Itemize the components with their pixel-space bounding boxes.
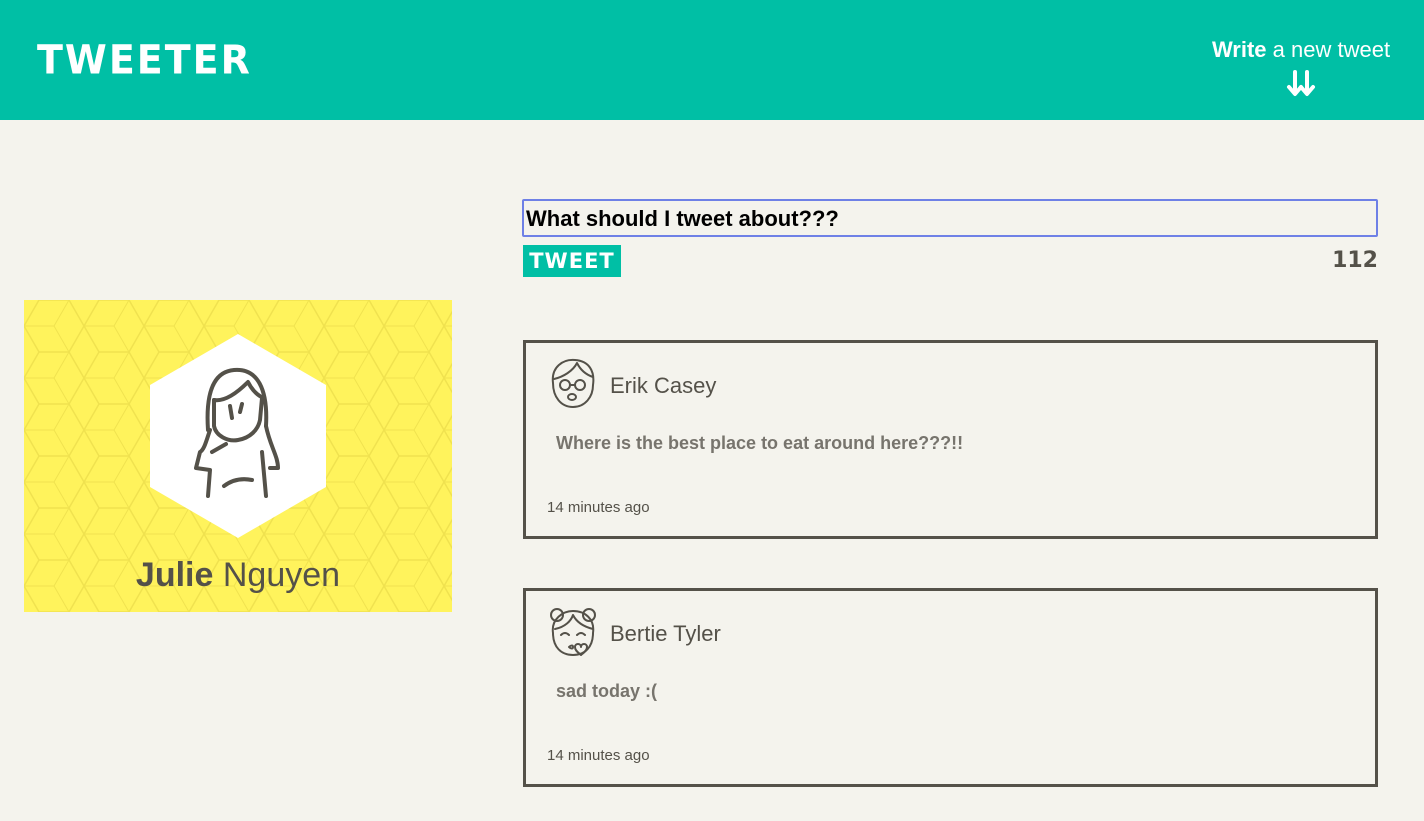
compose-toggle-strong: Write [1211, 37, 1267, 62]
tweet-card: Erik Casey Where is the best place to ea… [523, 340, 1378, 539]
woman-avatar-icon [186, 360, 288, 505]
double-down-arrow-icon[interactable] [1286, 70, 1316, 103]
tweet-submit-button[interactable]: TWEET [523, 245, 621, 277]
tweet-card: Bertie Tyler sad today :( 14 minutes ago [523, 588, 1378, 787]
tweet-author[interactable]: Erik Casey [610, 373, 716, 399]
compose-toggle-text: a new tweet [1266, 37, 1391, 62]
girl-buns-avatar-icon [549, 605, 597, 664]
profile-name: Julie Nguyen [24, 556, 452, 595]
profile-first-name: Julie [135, 556, 214, 594]
top-nav-bar: TWEETER Write a new tweet [0, 0, 1424, 120]
tweet-timestamp: 14 minutes ago [547, 747, 650, 764]
character-counter: 112 [1332, 248, 1378, 273]
tweet-author[interactable]: Bertie Tyler [610, 621, 721, 647]
tweet-body: Where is the best place to eat around he… [556, 433, 964, 453]
profile-last-name: Nguyen [222, 556, 341, 594]
tweet-body: sad today :( [556, 681, 658, 701]
write-new-tweet-toggle[interactable]: Write a new tweet [1196, 36, 1406, 106]
tweet-timestamp: 14 minutes ago [547, 499, 650, 516]
brand-logo[interactable]: TWEETER [37, 37, 252, 83]
tweet-compose-input[interactable] [522, 199, 1378, 237]
boy-glasses-avatar-icon [549, 357, 597, 414]
